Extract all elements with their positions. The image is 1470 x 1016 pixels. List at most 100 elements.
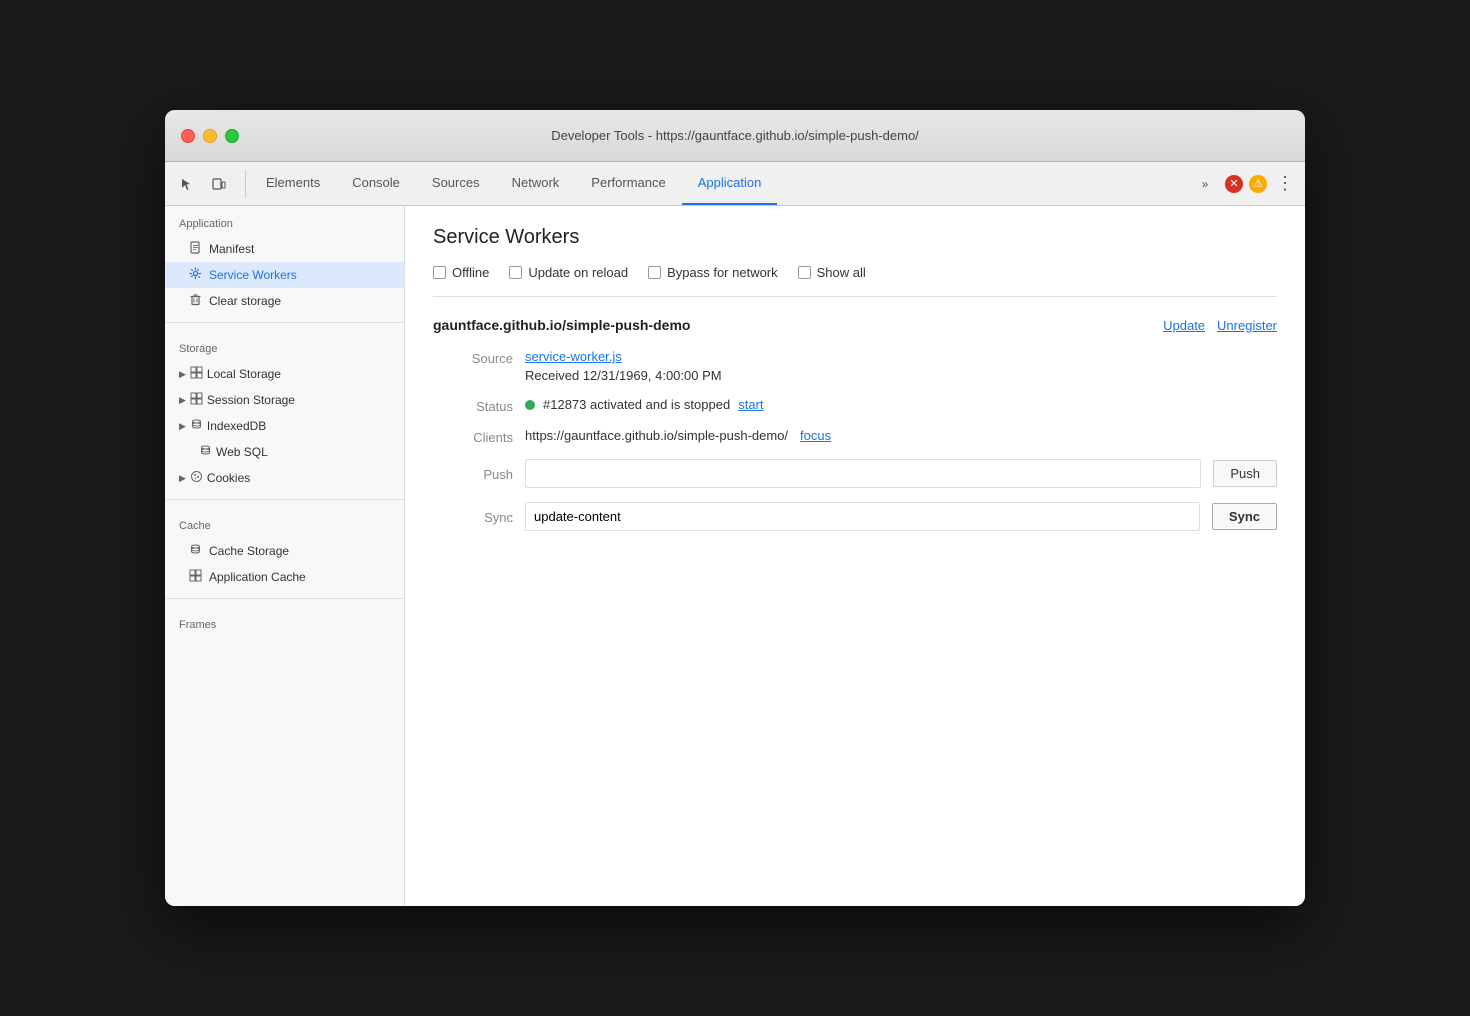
db-icon-indexed [190,418,203,434]
document-icon [189,241,202,257]
sidebar: Application Manifest [165,206,405,906]
show-all-option[interactable]: Show all [798,265,866,280]
devtools-window: Developer Tools - https://gauntface.gith… [165,110,1305,906]
sync-row: Sync Sync [433,502,1277,531]
sidebar-item-cookies[interactable]: ▶ Cookies [165,465,404,491]
grid-icon-appcache [189,569,202,585]
sidebar-item-manifest[interactable]: Manifest [165,236,404,262]
arrow-icon: ▶ [179,395,186,406]
push-label: Push [433,465,513,482]
unregister-link[interactable]: Unregister [1217,318,1277,333]
update-on-reload-option[interactable]: Update on reload [509,265,628,280]
push-button[interactable]: Push [1213,460,1277,487]
offline-label: Offline [452,265,489,280]
bypass-for-network-label: Bypass for network [667,265,778,280]
tab-sources[interactable]: Sources [416,162,496,205]
gear-icon [189,267,202,283]
sidebar-item-service-workers[interactable]: Service Workers [165,262,404,288]
offline-checkbox[interactable] [433,266,446,279]
received-prefix: Received [525,368,583,383]
clients-url: https://gauntface.github.io/simple-push-… [525,428,788,443]
db-icon-cache [189,543,202,559]
status-value-row: #12873 activated and is stopped start [525,397,1277,412]
nav-tabs: Elements Console Sources Network Perform… [250,162,1191,205]
sidebar-item-web-sql[interactable]: Web SQL [165,439,404,465]
minimize-button[interactable] [203,129,217,143]
db-icon-sql [199,444,212,460]
cache-section-header: Cache [165,508,404,538]
session-storage-label: Session Storage [207,393,295,407]
update-link[interactable]: Update [1163,318,1205,333]
source-row: Source service-worker.js Received 12/31/… [433,349,1277,383]
source-file-link[interactable]: service-worker.js [525,349,1277,364]
clients-row: Clients https://gauntface.github.io/simp… [433,428,1277,445]
manifest-label: Manifest [209,242,254,256]
title-bar: Developer Tools - https://gauntface.gith… [165,110,1305,162]
devtools-toolbar: Elements Console Sources Network Perform… [165,162,1305,206]
offline-option[interactable]: Offline [433,265,489,280]
received-date: 12/31/1969, 4:00:00 PM [583,368,722,383]
web-sql-label: Web SQL [216,445,268,459]
sidebar-item-cache-storage[interactable]: Cache Storage [165,538,404,564]
sw-host: gauntface.github.io/simple-push-demo [433,317,690,333]
status-dot [525,400,535,410]
application-cache-label: Application Cache [209,570,306,584]
sidebar-item-clear-storage[interactable]: Clear storage [165,288,404,314]
sync-button[interactable]: Sync [1212,503,1277,530]
tab-performance[interactable]: Performance [575,162,681,205]
devtools-body: Application Manifest [165,206,1305,906]
bypass-for-network-option[interactable]: Bypass for network [648,265,778,280]
cursor-icon[interactable] [173,170,201,198]
source-value: service-worker.js Received 12/31/1969, 4… [525,349,1277,383]
tab-application[interactable]: Application [682,162,778,205]
tab-elements[interactable]: Elements [250,162,336,205]
tab-network[interactable]: Network [496,162,576,205]
sw-host-row: gauntface.github.io/simple-push-demo Upd… [433,317,1277,333]
more-options-button[interactable]: ⋮ [1273,172,1297,196]
error-indicator[interactable]: ✕ [1225,175,1243,193]
sync-label: Sync [433,508,513,525]
more-tabs-button[interactable]: » [1191,170,1219,198]
clients-label: Clients [433,428,513,445]
indexeddb-label: IndexedDB [207,419,266,433]
sidebar-item-indexeddb[interactable]: ▶ IndexedDB [165,413,404,439]
sidebar-item-session-storage[interactable]: ▶ Session Storage [165,387,404,413]
toolbar-icons [173,170,246,198]
arrow-icon: ▶ [179,421,186,432]
update-on-reload-checkbox[interactable] [509,266,522,279]
traffic-lights [181,129,239,143]
panel-title: Service Workers [433,226,1277,249]
focus-link[interactable]: focus [800,428,831,443]
sidebar-item-application-cache[interactable]: Application Cache [165,564,404,590]
clients-value-row: https://gauntface.github.io/simple-push-… [525,428,1277,443]
clear-storage-label: Clear storage [209,294,281,308]
cookie-icon [190,470,203,486]
warning-indicator[interactable]: ⚠ [1249,175,1267,193]
service-worker-entry: gauntface.github.io/simple-push-demo Upd… [433,317,1277,531]
window-title: Developer Tools - https://gauntface.gith… [551,128,919,143]
push-input[interactable] [525,459,1201,488]
sw-actions: Update Unregister [1163,318,1277,333]
cache-storage-label: Cache Storage [209,544,289,558]
start-link[interactable]: start [738,397,763,412]
cookies-label: Cookies [207,471,250,485]
sidebar-item-local-storage[interactable]: ▶ Local Storage [165,361,404,387]
close-button[interactable] [181,129,195,143]
tab-console[interactable]: Console [336,162,416,205]
status-label: Status [433,397,513,414]
received-value: Received 12/31/1969, 4:00:00 PM [525,368,1277,383]
local-storage-label: Local Storage [207,367,281,381]
status-text: #12873 activated and is stopped [543,397,730,412]
maximize-button[interactable] [225,129,239,143]
options-bar: Offline Update on reload Bypass for netw… [433,265,1277,297]
bypass-for-network-checkbox[interactable] [648,266,661,279]
update-on-reload-label: Update on reload [528,265,628,280]
application-section-header: Application [165,206,404,236]
status-row: Status #12873 activated and is stopped s… [433,397,1277,414]
show-all-label: Show all [817,265,866,280]
storage-section-header: Storage [165,331,404,361]
toolbar-right: » ✕ ⚠ ⋮ [1191,170,1297,198]
show-all-checkbox[interactable] [798,266,811,279]
sync-input[interactable] [525,502,1200,531]
device-icon[interactable] [205,170,233,198]
